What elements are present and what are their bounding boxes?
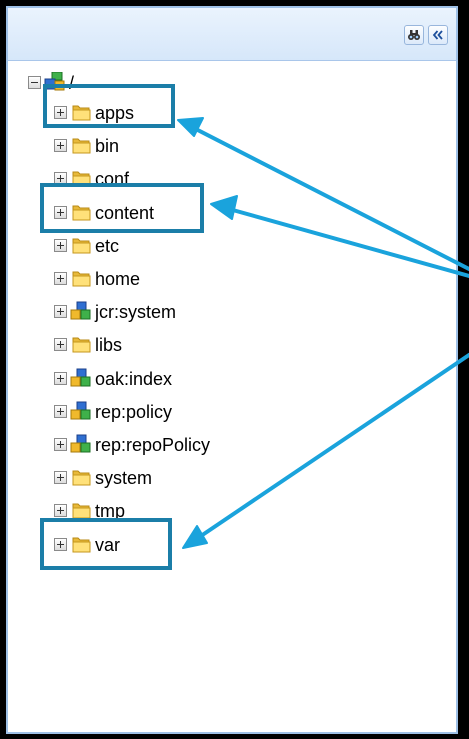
annotation-arrowhead-content — [210, 195, 238, 220]
annotation-arrowhead-apps — [177, 117, 204, 137]
annotation-arrow-content — [220, 205, 469, 278]
annotation-arrow-apps — [184, 122, 469, 271]
annotation-arrows — [177, 117, 469, 549]
annotation-arrow-var — [190, 353, 469, 544]
annotation-arrowhead-var — [182, 525, 208, 549]
